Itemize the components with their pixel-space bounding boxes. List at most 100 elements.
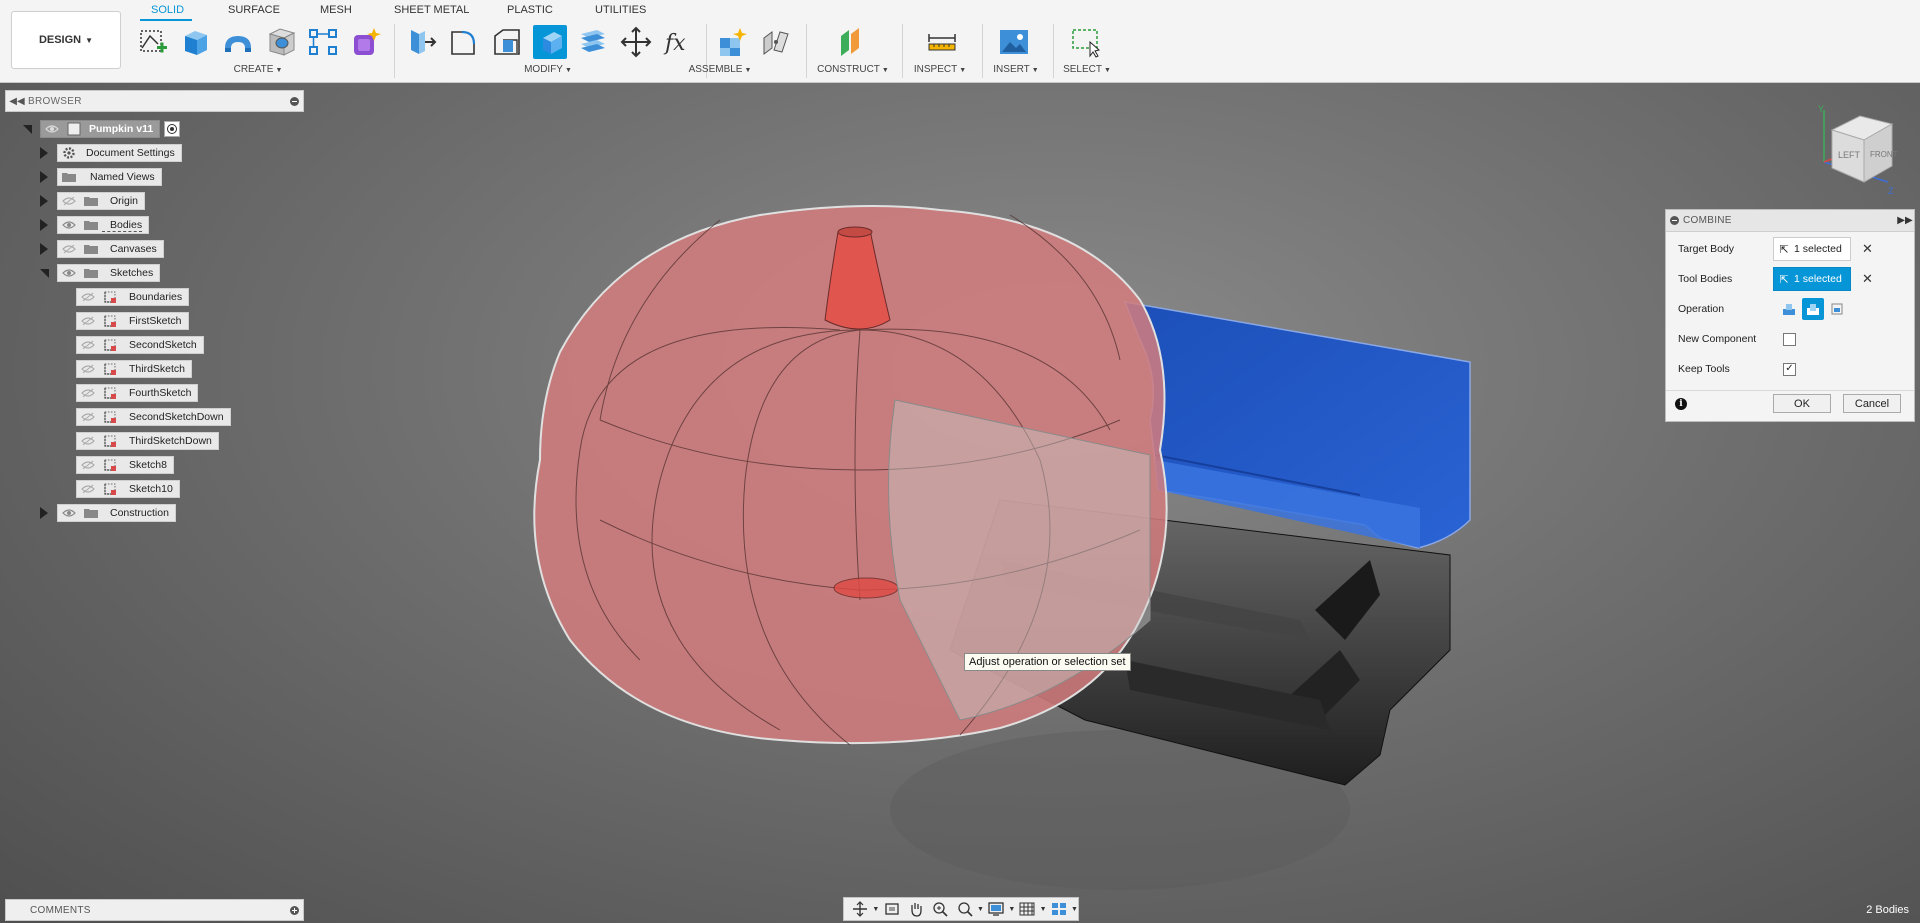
chamfer-icon[interactable] bbox=[490, 25, 524, 59]
tab-surface[interactable]: SURFACE bbox=[228, 4, 280, 16]
modify-menu[interactable]: MODIFY ▼ bbox=[524, 64, 572, 75]
target-body-selector[interactable]: ⇱ 1 selected bbox=[1773, 237, 1851, 261]
visibility-hidden-icon[interactable] bbox=[77, 481, 99, 497]
viewports-options-icon[interactable]: ▼ bbox=[1071, 906, 1078, 913]
orbit-icon[interactable] bbox=[848, 898, 872, 920]
tab-sheet-metal[interactable]: SHEET METAL bbox=[394, 4, 469, 16]
new-component-icon[interactable] bbox=[716, 25, 750, 59]
join-operation-icon[interactable] bbox=[1778, 298, 1800, 320]
viewports-icon[interactable] bbox=[1047, 898, 1071, 920]
expand-arrow-icon[interactable] bbox=[37, 194, 51, 208]
visibility-hidden-icon[interactable] bbox=[77, 457, 99, 473]
split-face-icon[interactable] bbox=[576, 25, 610, 59]
tab-utilities[interactable]: UTILITIES bbox=[595, 4, 646, 16]
visibility-hidden-icon[interactable] bbox=[58, 241, 80, 257]
ok-button[interactable]: OK bbox=[1773, 394, 1831, 413]
sketch-node[interactable]: ThirdSketchDown bbox=[76, 432, 219, 450]
collapse-panel-icon[interactable]: ◀◀ bbox=[6, 96, 28, 107]
canvas-viewport[interactable]: Adjust operation or selection set bbox=[0, 84, 1920, 900]
sketch-node[interactable]: FourthSketch bbox=[76, 384, 199, 402]
visibility-hidden-icon[interactable] bbox=[58, 193, 80, 209]
inspect-menu[interactable]: INSPECT ▼ bbox=[914, 64, 966, 75]
shell-icon[interactable] bbox=[533, 25, 567, 59]
tab-plastic[interactable]: PLASTIC bbox=[507, 4, 553, 16]
revolve-icon[interactable] bbox=[221, 25, 255, 59]
expand-dialog-icon[interactable]: ▶▶ bbox=[1896, 215, 1914, 226]
expand-arrow-icon[interactable] bbox=[37, 242, 51, 256]
joint-icon[interactable] bbox=[759, 25, 793, 59]
move-copy-icon[interactable] bbox=[619, 25, 653, 59]
visibility-hidden-icon[interactable] bbox=[77, 409, 99, 425]
clear-tool-bodies-icon[interactable]: ✕ bbox=[1862, 271, 1873, 287]
sketch-node[interactable]: ThirdSketch bbox=[76, 360, 193, 378]
cut-operation-icon[interactable] bbox=[1802, 298, 1824, 320]
new-component-checkbox[interactable] bbox=[1783, 332, 1796, 346]
expand-arrow-icon[interactable] bbox=[37, 146, 51, 160]
keep-tools-checkbox[interactable]: ✓ bbox=[1783, 362, 1796, 376]
visibility-hidden-icon[interactable] bbox=[77, 385, 99, 401]
canvases-node[interactable]: Canvases bbox=[57, 240, 164, 258]
document-settings-node[interactable]: Document Settings bbox=[57, 144, 182, 162]
tool-bodies-selector[interactable]: ⇱ 1 selected bbox=[1773, 267, 1851, 291]
origin-node[interactable]: Origin bbox=[57, 192, 146, 210]
create-form-icon[interactable] bbox=[349, 25, 383, 59]
hole-icon[interactable] bbox=[265, 25, 299, 59]
display-settings-icon[interactable] bbox=[984, 898, 1008, 920]
zoom-options-icon[interactable]: ▼ bbox=[977, 906, 984, 913]
insert-image-icon[interactable] bbox=[997, 25, 1031, 59]
parameters-fx-icon[interactable]: fx bbox=[662, 25, 696, 59]
construct-menu[interactable]: CONSTRUCT ▼ bbox=[817, 64, 889, 75]
tab-solid[interactable]: SOLID bbox=[151, 4, 184, 16]
orbit-options-icon[interactable]: ▼ bbox=[872, 906, 879, 913]
visibility-eye-icon[interactable] bbox=[58, 265, 80, 281]
measure-icon[interactable] bbox=[925, 25, 959, 59]
expand-arrow-icon[interactable] bbox=[37, 218, 51, 232]
visibility-hidden-icon[interactable] bbox=[77, 337, 99, 353]
expand-arrow-icon[interactable] bbox=[37, 170, 51, 184]
intersect-operation-icon[interactable] bbox=[1826, 298, 1848, 320]
collapse-arrow-icon[interactable] bbox=[37, 266, 51, 280]
zoom-icon[interactable] bbox=[928, 898, 952, 920]
create-sketch-icon[interactable] bbox=[136, 25, 170, 59]
sketch-node[interactable]: FirstSketch bbox=[76, 312, 189, 330]
visibility-eye-icon[interactable] bbox=[58, 505, 80, 521]
visibility-hidden-icon[interactable] bbox=[77, 433, 99, 449]
offset-plane-icon[interactable] bbox=[834, 25, 868, 59]
pattern-icon[interactable] bbox=[306, 25, 340, 59]
extrude-icon[interactable] bbox=[178, 25, 212, 59]
cancel-button[interactable]: Cancel bbox=[1843, 394, 1901, 413]
assemble-menu[interactable]: ASSEMBLE ▼ bbox=[689, 64, 752, 75]
activate-component-radio[interactable] bbox=[164, 121, 181, 137]
clear-target-body-icon[interactable]: ✕ bbox=[1862, 241, 1873, 257]
sketch-node[interactable]: Sketch8 bbox=[76, 456, 174, 474]
window-select-icon[interactable] bbox=[1069, 25, 1103, 59]
sketch-node[interactable]: SecondSketch bbox=[76, 336, 204, 354]
create-menu[interactable]: CREATE ▼ bbox=[234, 64, 283, 75]
visibility-eye-icon[interactable] bbox=[58, 217, 80, 233]
select-menu[interactable]: SELECT ▼ bbox=[1063, 64, 1111, 75]
visibility-hidden-icon[interactable] bbox=[77, 289, 99, 305]
named-views-node[interactable]: Named Views bbox=[57, 168, 162, 186]
display-options-icon[interactable]: ▼ bbox=[1008, 906, 1015, 913]
workspace-switcher-button[interactable]: DESIGN ▼ bbox=[11, 11, 121, 69]
look-at-icon[interactable] bbox=[879, 898, 903, 920]
add-comment-button[interactable] bbox=[285, 905, 303, 915]
expand-arrow-icon[interactable] bbox=[37, 506, 51, 520]
fit-zoom-icon[interactable] bbox=[953, 898, 977, 920]
grid-settings-icon[interactable] bbox=[1015, 898, 1039, 920]
sketch-node[interactable]: SecondSketchDown bbox=[76, 408, 231, 426]
visibility-eye-icon[interactable] bbox=[41, 121, 63, 137]
root-component-node[interactable]: Pumpkin v11 bbox=[40, 120, 161, 138]
grid-options-icon[interactable]: ▼ bbox=[1040, 906, 1047, 913]
info-icon[interactable]: i bbox=[1675, 397, 1687, 410]
tab-mesh[interactable]: MESH bbox=[320, 4, 352, 16]
view-cube[interactable]: LEFT FRONT Y Z bbox=[1810, 102, 1906, 198]
bodies-node[interactable]: Bodies bbox=[57, 216, 150, 234]
browser-minimize-button[interactable] bbox=[285, 92, 303, 110]
visibility-hidden-icon[interactable] bbox=[77, 361, 99, 377]
press-pull-icon[interactable] bbox=[404, 25, 438, 59]
collapse-arrow-icon[interactable] bbox=[20, 122, 34, 136]
sketch-node[interactable]: Sketch10 bbox=[76, 480, 180, 498]
sketch-node[interactable]: Boundaries bbox=[76, 288, 190, 306]
fillet-icon[interactable] bbox=[447, 25, 481, 59]
